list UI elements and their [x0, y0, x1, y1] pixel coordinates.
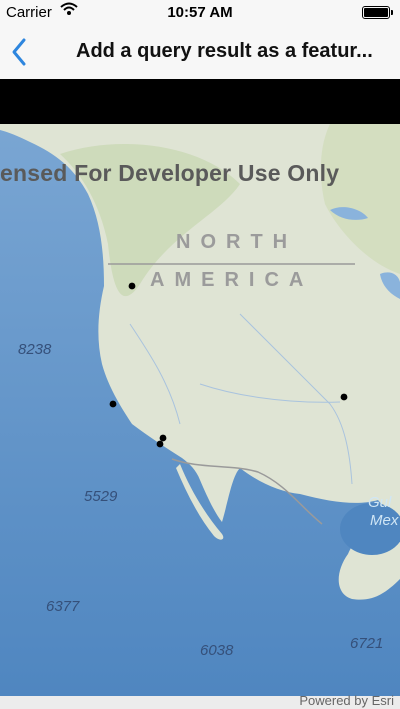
gulf-label-line1: Gul	[368, 494, 392, 511]
feature-point[interactable]	[156, 440, 164, 448]
attribution-text: Powered by Esri	[299, 693, 394, 708]
map-top-band	[0, 79, 400, 124]
depth-label: 5529	[84, 488, 118, 505]
gulf-label-line2: Mex	[370, 512, 399, 529]
chevron-left-icon	[12, 38, 26, 66]
attribution-bar: Powered by Esri	[0, 693, 400, 709]
feature-point[interactable]	[159, 434, 167, 442]
feature-point[interactable]	[128, 282, 136, 290]
map-view[interactable]: ensed For Developer Use Only NORTH AMERI…	[0, 124, 400, 696]
battery-level	[364, 8, 388, 17]
status-bar: Carrier 10:57 AM	[0, 0, 400, 24]
depth-label: 8238	[18, 341, 52, 358]
developer-watermark: ensed For Developer Use Only	[0, 160, 340, 186]
status-time: 10:57 AM	[167, 4, 233, 21]
page-title: Add a query result as a featur...	[76, 40, 373, 62]
region-label-north: NORTH	[176, 231, 298, 253]
battery-icon	[362, 6, 393, 19]
feature-point[interactable]	[340, 393, 348, 401]
feature-point[interactable]	[109, 400, 117, 408]
depth-label: 6377	[46, 598, 80, 615]
depth-label: 6721	[350, 635, 384, 652]
depth-label: 6038	[200, 642, 234, 659]
region-label-america: AMERICA	[150, 269, 314, 291]
navigation-bar: Add a query result as a featur...	[0, 24, 400, 80]
back-button[interactable]	[6, 34, 36, 70]
